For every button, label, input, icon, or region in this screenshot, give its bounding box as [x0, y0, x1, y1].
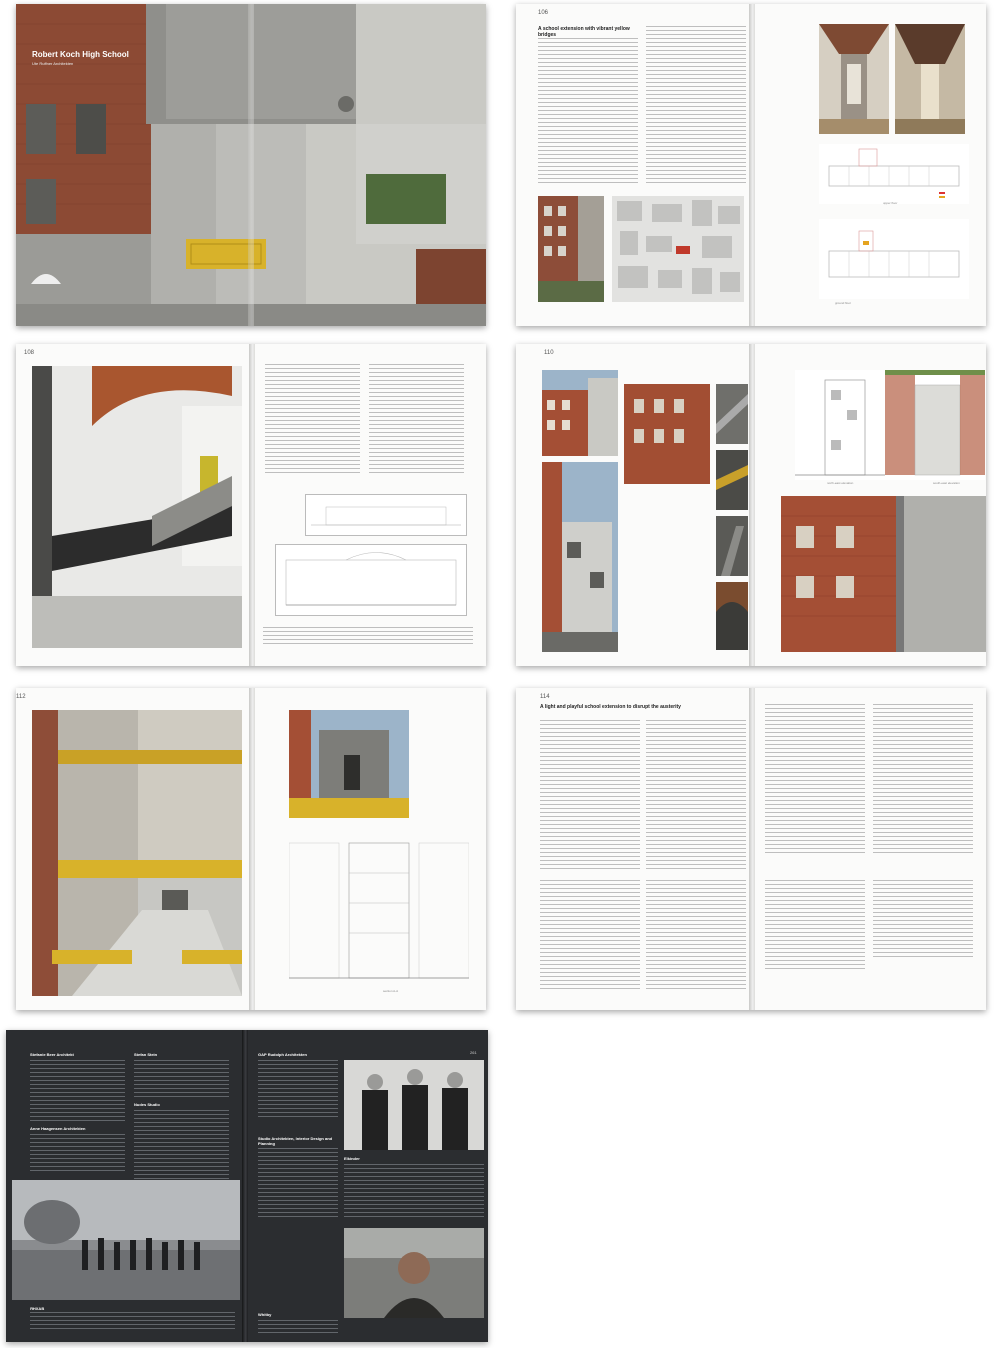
bridge-photo — [32, 710, 242, 996]
page-number: 110 — [544, 350, 554, 356]
floor-plan-ground — [819, 219, 969, 299]
korean-text-col-2 — [369, 364, 464, 476]
plan-label-upper: upper floor — [883, 201, 898, 205]
architect-name-4: Nudes Studio — [134, 1102, 160, 1107]
bio-text-5 — [258, 1060, 338, 1120]
architect-name-7: Elkinder — [344, 1156, 360, 1161]
credits-text — [263, 627, 473, 647]
right-page: 261 GAP Rudolph Architekten Studio Archi… — [248, 1030, 488, 1342]
spread-text: 114 A light and playful school extension… — [516, 688, 986, 1010]
bio-text-1 — [30, 1060, 125, 1122]
elevation-drawing-2 — [885, 370, 985, 480]
architect-name-6: Studio Architekten, Interior Design and … — [258, 1136, 333, 1146]
bio-text-3 — [134, 1060, 229, 1100]
spread-intro: 106 A school extension with vibrant yell… — [516, 4, 986, 326]
article-heading: A school extension with vibrant yellow b… — [538, 26, 630, 38]
bio-text-6 — [258, 1148, 338, 1220]
korean-text-col-1 — [265, 364, 360, 476]
spread-interior: 108 — [16, 344, 486, 666]
text-column-1 — [538, 38, 638, 186]
bio-text-2 — [30, 1134, 125, 1174]
text-column-2 — [646, 26, 746, 186]
detail-photo-3 — [716, 516, 748, 576]
bio-text-9 — [30, 1312, 235, 1332]
architect-name-5: GAP Rudolph Architekten — [258, 1052, 307, 1057]
plan-label-ground: ground floor — [835, 301, 852, 305]
korean-column-3 — [765, 880, 865, 970]
facade-photo-2 — [542, 462, 618, 652]
spread-gutter — [248, 4, 254, 326]
architect-name-1: Stefanie Beer Architekt — [30, 1052, 74, 1057]
stair-photo — [32, 366, 242, 648]
left-page: 110 — [516, 344, 749, 666]
right-page: upper floor ground floor — [755, 4, 986, 326]
right-page: section A-A — [255, 688, 486, 1010]
detail-photo-1 — [716, 384, 748, 444]
bio-text-7 — [344, 1164, 484, 1220]
page-number: 106 — [538, 10, 549, 16]
hallway-photo-2 — [895, 24, 965, 134]
section-drawing-1 — [305, 494, 467, 536]
elevation-drawing-1 — [795, 370, 885, 480]
detail-photo-2 — [716, 450, 748, 510]
site-map — [612, 196, 744, 302]
page-number: 108 — [24, 350, 35, 356]
cover-subtitle: Ute Ruffner Architekten — [32, 61, 74, 66]
left-page: Stefanie Beer Architekt Anne Haagensen A… — [6, 1030, 242, 1342]
spread-architects: Stefanie Beer Architekt Anne Haagensen A… — [6, 1030, 488, 1342]
article-heading: A light and playful school extension to … — [540, 704, 681, 710]
facade-photo-3 — [624, 384, 710, 484]
left-page: 108 — [16, 344, 249, 666]
hallway-photo-1 — [819, 24, 889, 134]
left-page: 114 A light and playful school extension… — [516, 688, 749, 1010]
architect-name-9: ЯНХАВ — [30, 1306, 45, 1311]
portrait-woman — [344, 1228, 484, 1318]
spread-facades: 110 north-east elevation south-east elev… — [516, 344, 986, 666]
page-number: 114 — [540, 694, 550, 700]
entrance-photo — [289, 710, 409, 818]
text-column-3 — [765, 704, 865, 854]
text-column-4 — [873, 704, 973, 854]
page-number: 261 — [470, 1050, 477, 1055]
right-page — [755, 688, 986, 1010]
group-photo — [12, 1180, 240, 1300]
portrait-trio — [344, 1060, 484, 1150]
left-page: 106 A school extension with vibrant yell… — [516, 4, 749, 326]
architect-name-2: Anne Haagensen Architekten — [30, 1126, 86, 1131]
architect-name-8: Whitby — [258, 1312, 272, 1317]
spread-bridges: 112 section A-A — [16, 688, 486, 1010]
elevation-label-1: north-east elevation — [827, 481, 854, 485]
street-photo — [538, 196, 604, 302]
elevation-label-2: south-east elevation — [933, 481, 960, 485]
architect-name-3: Stefan Stein — [134, 1052, 158, 1057]
section-label: section A-A — [383, 989, 399, 993]
bio-text-4 — [134, 1110, 229, 1180]
right-page: north-east elevation south-east elevatio… — [755, 344, 986, 666]
korean-column-2 — [646, 880, 746, 990]
detail-photo-4 — [716, 582, 748, 650]
korean-column-1 — [540, 880, 640, 990]
floor-plan-upper — [819, 144, 969, 204]
spread-cover: Robert Koch High School Ute Ruffner Arch… — [16, 4, 486, 326]
section-drawing-2 — [275, 544, 467, 616]
cover-title: Robert Koch High School — [32, 50, 129, 59]
courtyard-photo — [781, 496, 986, 652]
bio-text-8 — [258, 1320, 338, 1336]
text-column-1 — [540, 720, 640, 870]
korean-column-4 — [873, 880, 973, 960]
section-drawing — [289, 842, 469, 979]
left-page: 112 — [16, 688, 249, 1010]
text-column-2 — [646, 720, 746, 870]
facade-photo-1 — [542, 370, 618, 456]
page-number: 112 — [16, 694, 26, 700]
right-page — [255, 344, 486, 666]
